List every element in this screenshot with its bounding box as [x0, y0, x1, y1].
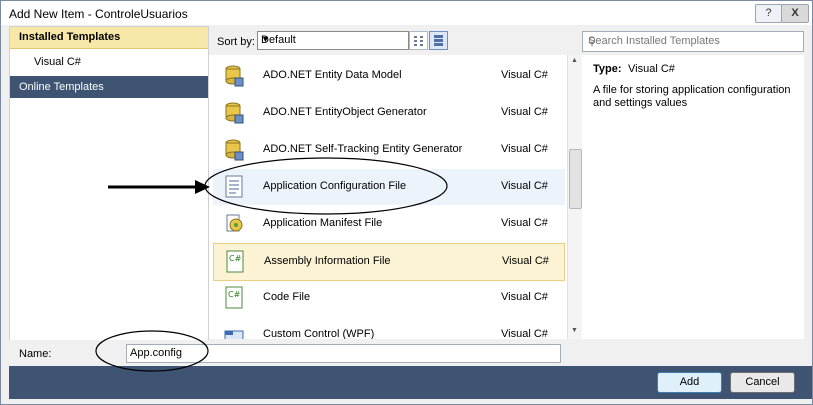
template-language: Visual C# — [501, 69, 548, 81]
online-templates-item[interactable]: Online Templates — [10, 76, 208, 98]
template-name: Assembly Information File — [264, 255, 391, 267]
template-language: Visual C# — [501, 106, 548, 118]
scroll-down-icon[interactable]: ▼ — [571, 327, 578, 334]
close-button[interactable]: X — [781, 4, 809, 23]
installed-templates-header[interactable]: Installed Templates — [10, 27, 208, 49]
wpf-control-icon — [224, 330, 244, 339]
chevron-down-icon: ▼ — [261, 34, 270, 44]
medium-icons-view-button[interactable] — [429, 31, 448, 50]
template-list-scrollbar[interactable]: ▲ ▼ — [567, 55, 582, 339]
template-language: Visual C# — [501, 217, 548, 229]
list-item[interactable]: C# Code File Visual C# — [213, 280, 565, 316]
list-item[interactable]: ADO.NET Self-Tracking Entity Generator V… — [213, 132, 565, 168]
list-item[interactable]: Custom Control (WPF) Visual C# — [213, 317, 565, 339]
scrollbar-thumb[interactable] — [569, 149, 582, 209]
template-name: ADO.NET EntityObject Generator — [263, 106, 427, 118]
template-categories: Installed Templates Visual C# Online Tem… — [9, 26, 209, 341]
add-button[interactable]: Add — [657, 372, 722, 393]
list-item[interactable]: ADO.NET EntityObject Generator Visual C# — [213, 95, 565, 131]
type-label: Type: — [593, 63, 622, 75]
database-icon — [225, 65, 244, 87]
list-item[interactable]: ADO.NET Entity Data Model Visual C# — [213, 58, 565, 94]
manifest-icon — [226, 214, 243, 232]
template-name: ADO.NET Entity Data Model — [263, 69, 402, 81]
search-input[interactable]: Search Installed Templates ⚲ — [582, 31, 804, 52]
template-details: Type: Visual C# A file for storing appli… — [582, 55, 804, 339]
template-name: Custom Control (WPF) — [263, 328, 375, 339]
template-description: A file for storing application configura… — [593, 84, 791, 109]
category-visual-csharp[interactable]: Visual C# — [34, 56, 81, 68]
button-bar: Add Cancel — [9, 366, 812, 399]
database-icon — [225, 139, 244, 161]
svg-text:C#: C# — [228, 290, 241, 299]
template-language: Visual C# — [502, 255, 549, 267]
medium-icons-view-icon — [434, 35, 443, 46]
template-language: Visual C# — [501, 180, 548, 192]
help-icon: ? — [765, 7, 772, 19]
template-language: Visual C# — [501, 291, 548, 303]
template-language: Visual C# — [501, 143, 548, 155]
template-name: Code File — [263, 291, 311, 303]
svg-text:C#: C# — [229, 254, 242, 263]
name-bar: Name: App.config — [1, 340, 812, 366]
scroll-up-icon[interactable]: ▲ — [571, 57, 578, 64]
cancel-button[interactable]: Cancel — [730, 372, 795, 393]
add-new-item-dialog: Add New Item - ControleUsuarios ? X Inst… — [0, 0, 813, 405]
name-field[interactable]: App.config — [126, 344, 561, 363]
list-item[interactable]: Application Manifest File Visual C# — [213, 206, 565, 242]
type-value: Visual C# — [628, 63, 675, 75]
template-name: Application Configuration File — [263, 180, 407, 192]
template-name: ADO.NET Self-Tracking Entity Generator — [263, 143, 463, 155]
details-pane: Search Installed Templates ⚲ Type: Visua… — [582, 26, 804, 339]
template-list: ADO.NET Entity Data Model Visual C# ADO.… — [209, 55, 567, 339]
name-field-value: App.config — [130, 347, 182, 359]
csharp-file-icon: C# — [225, 286, 243, 309]
list-item-selected[interactable]: C# Assembly Information File Visual C# — [213, 243, 565, 281]
template-language: Visual C# — [501, 328, 548, 339]
small-icons-view-button[interactable] — [409, 31, 428, 50]
search-icon[interactable]: ⚲ — [588, 35, 799, 48]
close-icon: X — [791, 7, 799, 19]
small-icons-view-icon — [414, 36, 423, 46]
window-title: Add New Item - ControleUsuarios — [9, 7, 188, 21]
online-templates-label: Online Templates — [19, 81, 104, 93]
template-name: Application Manifest File — [263, 217, 383, 229]
installed-templates-label: Installed Templates — [19, 31, 121, 43]
database-icon — [225, 102, 244, 124]
config-file-icon — [225, 175, 243, 198]
sort-by-dropdown[interactable]: Default ▼ — [257, 31, 409, 50]
title-bar: Add New Item - ControleUsuarios ? X — [1, 1, 812, 25]
sort-toolbar: Sort by: Default ▼ — [209, 26, 573, 54]
list-item[interactable]: Application Configuration File Visual C# — [213, 169, 565, 205]
name-label: Name: — [19, 348, 52, 360]
csharp-file-icon: C# — [226, 250, 244, 273]
help-button[interactable]: ? — [755, 4, 782, 23]
sort-by-label: Sort by: — [217, 36, 255, 48]
